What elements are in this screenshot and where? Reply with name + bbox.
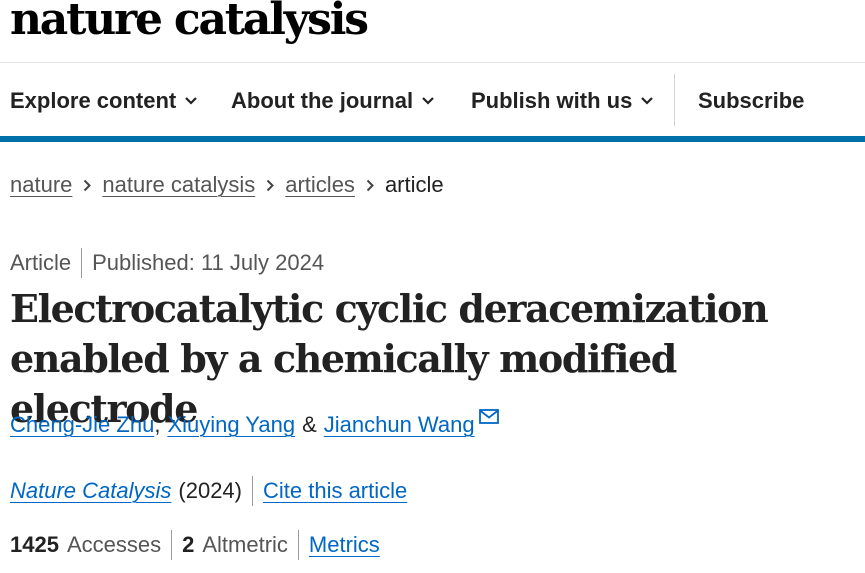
nav-about-journal[interactable]: About the journal	[231, 88, 434, 114]
metrics-divider	[171, 530, 173, 560]
breadcrumb-nature[interactable]: nature	[10, 172, 72, 198]
header-divider	[0, 62, 865, 63]
journal-link[interactable]: Nature Catalysis	[10, 478, 171, 504]
breadcrumb-current: article	[384, 172, 444, 197]
author-link[interactable]: Cheng-Jie Zhu	[10, 412, 154, 438]
published-date: Published: 11 July 2024	[92, 250, 325, 275]
nav-publish-with-us[interactable]: Publish with us	[471, 88, 654, 114]
altmetric-count: 2	[182, 532, 195, 557]
citation: Nature Catalysis (2024) Cite this articl…	[10, 476, 407, 506]
nav-subscribe-label: Subscribe	[698, 88, 805, 113]
nav-accent-bar	[0, 136, 865, 142]
chevron-down-icon	[641, 97, 654, 105]
breadcrumb-nature-catalysis[interactable]: nature catalysis	[102, 172, 255, 198]
accesses-count: 1425	[10, 532, 59, 557]
breadcrumb: nature nature catalysis articles article	[10, 172, 444, 198]
cite-article-link[interactable]: Cite this article	[263, 478, 407, 504]
citation-year: (2024)	[178, 478, 242, 503]
chevron-down-icon	[185, 97, 198, 105]
author-ampersand: &	[302, 412, 317, 437]
chevron-right-icon	[83, 179, 92, 192]
site-logo[interactable]: nature catalysis	[10, 0, 369, 45]
chevron-down-icon	[422, 97, 434, 105]
author-separator: ,	[154, 412, 161, 437]
article-metrics: 1425 Accesses 2 Altmetric Metrics	[10, 530, 380, 560]
envelope-icon[interactable]	[478, 408, 499, 424]
nav-about-label: About the journal	[231, 88, 414, 113]
nav-explore-content[interactable]: Explore content	[10, 88, 198, 114]
nav-publish-label: Publish with us	[471, 88, 633, 113]
author-link[interactable]: Xiuying Yang	[167, 412, 295, 438]
accesses-label: Accesses	[66, 532, 162, 557]
article-type: Article	[10, 250, 72, 275]
article-meta: Article Published: 11 July 2024	[10, 248, 324, 278]
main-navigation: Explore content About the journal Publis…	[0, 74, 865, 134]
metrics-link[interactable]: Metrics	[309, 532, 380, 558]
altmetric-label: Altmetric	[202, 532, 288, 557]
nav-explore-label: Explore content	[10, 88, 177, 113]
citation-divider	[251, 476, 253, 506]
chevron-right-icon	[266, 179, 275, 192]
author-link[interactable]: Jianchun Wang	[324, 412, 475, 438]
metrics-divider	[297, 530, 299, 560]
author-list: Cheng-Jie Zhu , Xiuying Yang & Jianchun …	[10, 408, 499, 438]
meta-divider	[81, 248, 83, 278]
chevron-right-icon	[366, 179, 374, 192]
nav-separator	[674, 74, 675, 126]
nav-subscribe[interactable]: Subscribe	[698, 88, 804, 114]
breadcrumb-articles[interactable]: articles	[285, 172, 355, 198]
